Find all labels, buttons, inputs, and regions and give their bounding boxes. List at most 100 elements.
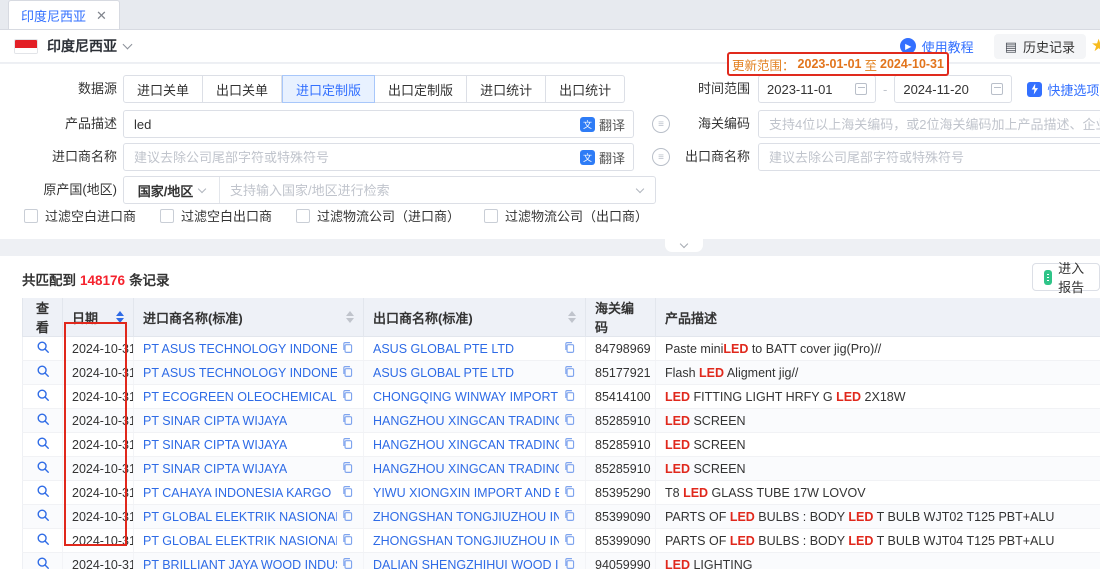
filter-checkbox[interactable]: 过滤空白出口商	[160, 206, 272, 225]
magnifier-icon[interactable]	[36, 340, 50, 357]
copy-icon[interactable]	[341, 365, 354, 381]
enter-report-button[interactable]: 进入报告	[1032, 263, 1100, 291]
checkbox-icon[interactable]	[296, 209, 310, 223]
tab-indonesia[interactable]: 印度尼西亚 ✕	[8, 0, 120, 29]
sort-icon[interactable]	[568, 311, 576, 323]
exporter-link[interactable]: ASUS GLOBAL PTE LTD	[373, 366, 514, 380]
table-row: 2024-10-31PT SINAR CIPTA WIJAYAHANGZHOU …	[23, 409, 1100, 433]
column-header-importer[interactable]: 进口商名称(标准)	[134, 298, 364, 337]
copy-icon[interactable]	[563, 533, 576, 549]
importer-link[interactable]: PT ASUS TECHNOLOGY INDONESIA BA...	[143, 366, 337, 380]
origin-type-select[interactable]: 国家/地区	[124, 177, 220, 203]
copy-icon[interactable]	[341, 437, 354, 453]
copy-icon[interactable]	[563, 341, 576, 357]
column-header-exporter[interactable]: 出口商名称(标准)	[364, 298, 586, 337]
magnifier-icon[interactable]	[36, 412, 50, 429]
sort-icon[interactable]	[116, 311, 124, 323]
hs-code-cell: 85177921	[586, 361, 656, 385]
data-source-option[interactable]: 出口定制版	[375, 75, 467, 103]
product-desc-cell: LED SCREEN	[656, 433, 1100, 457]
checkbox-icon[interactable]	[160, 209, 174, 223]
collapse-panel-handle[interactable]	[664, 239, 704, 253]
data-source-option[interactable]: 进口定制版	[282, 75, 375, 103]
data-source-option[interactable]: 进口统计	[467, 75, 546, 103]
origin-search-input[interactable]	[220, 183, 637, 198]
history-button[interactable]: ▤ 历史记录	[994, 34, 1086, 59]
copy-icon[interactable]	[563, 509, 576, 525]
importer-link[interactable]: PT ASUS TECHNOLOGY INDONESIA BA...	[143, 342, 337, 356]
sort-icon[interactable]	[346, 311, 354, 323]
product-desc-input[interactable]	[124, 111, 580, 137]
exporter-link[interactable]: HANGZHOU XINGCAN TRADING CO LTD	[373, 462, 559, 476]
importer-link[interactable]: PT ECOGREEN OLEOCHEMICALS	[143, 390, 337, 404]
copy-icon[interactable]	[563, 485, 576, 501]
column-header-date[interactable]: 日期	[63, 298, 134, 337]
importer-link[interactable]: PT GLOBAL ELEKTRIK NASIONAL	[143, 534, 337, 548]
exporter-link[interactable]: ZHONGSHAN TONGJIUZHOU INTERNA...	[373, 510, 559, 524]
importer-link[interactable]: PT SINAR CIPTA WIJAYA	[143, 462, 287, 476]
importer-link[interactable]: PT BRILLIANT JAYA WOOD INDUSTRY	[143, 558, 337, 569]
data-source-option[interactable]: 出口统计	[546, 75, 625, 103]
table-row: 2024-10-31PT ASUS TECHNOLOGY INDONESIA B…	[23, 361, 1100, 385]
magnifier-icon[interactable]	[36, 556, 50, 569]
copy-icon[interactable]	[563, 437, 576, 453]
data-source-option[interactable]: 出口关单	[203, 75, 282, 103]
exporter-link[interactable]: HANGZHOU XINGCAN TRADING CO LTD	[373, 438, 559, 452]
magnifier-icon[interactable]	[36, 508, 50, 525]
results-panel: 共匹配到148176条记录 进入报告 查看日期进口商名称(标准)出口商名称(标准…	[0, 256, 1100, 569]
magnifier-icon[interactable]	[36, 364, 50, 381]
importer-link[interactable]: PT SINAR CIPTA WIJAYA	[143, 438, 287, 452]
checkbox-icon[interactable]	[24, 209, 38, 223]
copy-icon[interactable]	[341, 557, 354, 569]
filter-checkbox[interactable]: 过滤物流公司（出口商）	[484, 206, 648, 225]
end-date-input[interactable]: 2024-11-20	[894, 75, 1012, 103]
filter-checkbox[interactable]: 过滤空白进口商	[24, 206, 136, 225]
copy-icon[interactable]	[341, 485, 354, 501]
data-source-option[interactable]: 进口关单	[123, 75, 203, 103]
importer-link[interactable]: PT SINAR CIPTA WIJAYA	[143, 414, 287, 428]
exporter-link[interactable]: DALIAN SHENGZHIHUI WOOD INDUST...	[373, 558, 559, 569]
exporter-link[interactable]: ZHONGSHAN TONGJIUZHOU INTERNA...	[373, 534, 559, 548]
checkbox-icon[interactable]	[484, 209, 498, 223]
origin-type-value: 国家/地区	[138, 181, 194, 200]
magnifier-icon[interactable]	[36, 460, 50, 477]
view-cell	[23, 409, 63, 433]
table-row: 2024-10-31PT CAHAYA INDONESIA KARGOYIWU …	[23, 481, 1100, 505]
copy-icon[interactable]	[563, 413, 576, 429]
importer-input[interactable]	[124, 144, 580, 170]
star-icon[interactable]: ★	[1091, 36, 1100, 56]
exporter-input[interactable]	[759, 144, 1100, 170]
exporter-link[interactable]: YIWU XIONGXIN IMPORT AND EXPORT...	[373, 486, 559, 500]
copy-icon[interactable]	[341, 389, 354, 405]
hs-code-input[interactable]	[759, 111, 1100, 137]
magnifier-icon[interactable]	[36, 532, 50, 549]
filter-panel: 数据源 进口关单出口关单进口定制版出口定制版进口统计出口统计 时间范围 2023…	[0, 64, 1100, 239]
magnifier-icon[interactable]	[36, 484, 50, 501]
copy-icon[interactable]	[563, 557, 576, 569]
copy-icon[interactable]	[341, 509, 354, 525]
quick-options-link[interactable]: 快捷选项	[1027, 80, 1099, 99]
exporter-link[interactable]: ASUS GLOBAL PTE LTD	[373, 342, 514, 356]
keyword-highlight: LED	[848, 510, 873, 524]
close-icon[interactable]: ✕	[96, 9, 107, 22]
exporter-cell: ZHONGSHAN TONGJIUZHOU INTERNA...	[364, 529, 586, 553]
copy-icon[interactable]	[341, 461, 354, 477]
copy-icon[interactable]	[563, 461, 576, 477]
chevron-down-icon[interactable]	[123, 39, 133, 49]
magnifier-icon[interactable]	[36, 388, 50, 405]
magnifier-icon[interactable]	[36, 436, 50, 453]
keyword-highlight: LED	[683, 486, 708, 500]
importer-link[interactable]: PT CAHAYA INDONESIA KARGO	[143, 486, 331, 500]
start-date-input[interactable]: 2023-11-01	[758, 75, 876, 103]
copy-icon[interactable]	[341, 341, 354, 357]
exporter-link[interactable]: HANGZHOU XINGCAN TRADING CO LTD	[373, 414, 559, 428]
exporter-link[interactable]: CHONGQING WINWAY IMPORT AND E...	[373, 390, 559, 404]
filter-checkbox[interactable]: 过滤物流公司（进口商）	[296, 206, 460, 225]
importer-cell: PT ASUS TECHNOLOGY INDONESIA BA...	[134, 337, 364, 361]
chevron-down-icon[interactable]	[636, 184, 644, 192]
copy-icon[interactable]	[341, 413, 354, 429]
importer-link[interactable]: PT GLOBAL ELEKTRIK NASIONAL	[143, 510, 337, 524]
copy-icon[interactable]	[563, 389, 576, 405]
copy-icon[interactable]	[563, 365, 576, 381]
copy-icon[interactable]	[341, 533, 354, 549]
